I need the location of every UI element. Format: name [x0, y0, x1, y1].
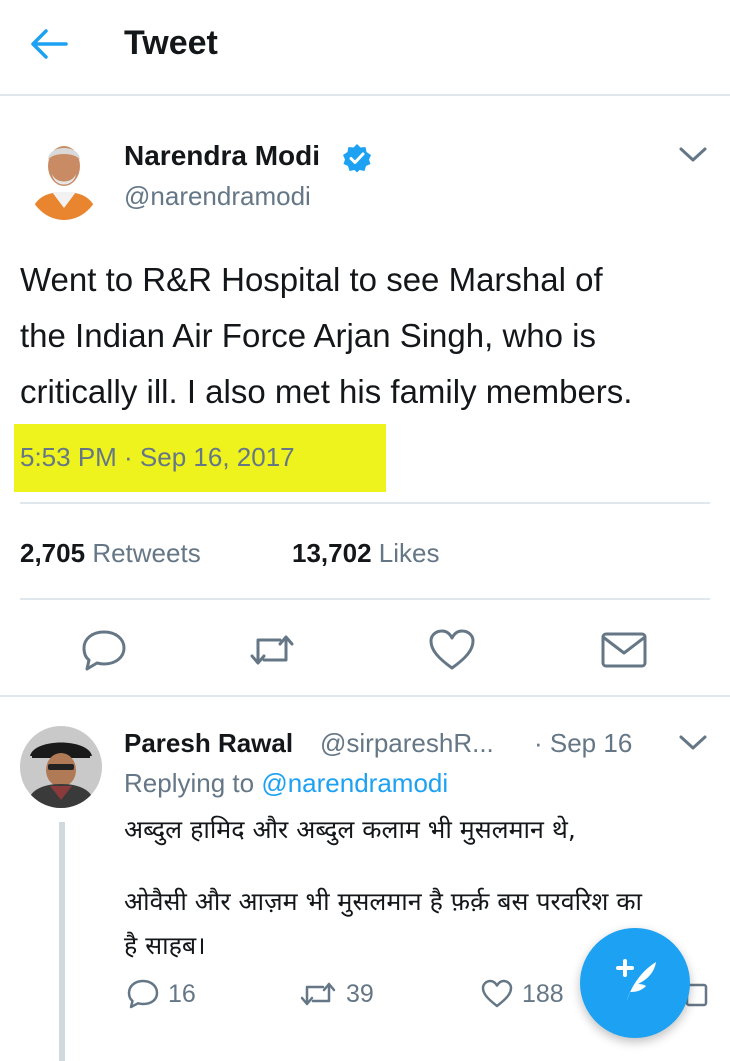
- arrow-left-icon: [31, 29, 68, 59]
- reply-reply-button[interactable]: 16: [126, 976, 196, 1012]
- tweet-timestamp: 5:53 PM · Sep 16, 2017: [20, 442, 295, 472]
- divider: [20, 598, 710, 600]
- like-count: 188: [522, 979, 564, 1008]
- reply-menu-button[interactable]: [676, 730, 710, 756]
- retweet-icon: [250, 635, 294, 665]
- replying-to-label: Replying to: [124, 768, 255, 798]
- retweet-icon: [300, 982, 336, 1006]
- tweet-text-line: critically ill. I also met his family me…: [20, 373, 633, 410]
- author-name[interactable]: Narendra Modi: [124, 140, 320, 172]
- author-handle[interactable]: @narendramodi: [124, 181, 311, 212]
- reply-like-button[interactable]: 188: [480, 976, 564, 1012]
- share-button[interactable]: [598, 626, 650, 674]
- compose-tweet-button[interactable]: [580, 928, 690, 1038]
- divider: [20, 502, 710, 504]
- reply-author-avatar[interactable]: [20, 726, 102, 808]
- reply-text-line: अब्दुल हामिद और अब्दुल कलाम भी मुसलमान थ…: [124, 815, 576, 844]
- page-title: Tweet: [124, 24, 218, 62]
- mail-icon: [601, 632, 647, 668]
- replying-to: Replying to @narendramodi: [124, 768, 448, 799]
- retweet-button[interactable]: [246, 626, 298, 674]
- retweets-stat[interactable]: 2,705 Retweets: [20, 538, 201, 569]
- back-button[interactable]: [26, 24, 70, 64]
- section-divider: [0, 695, 730, 697]
- retweet-count: 39: [346, 979, 374, 1008]
- thread-line: [59, 822, 65, 1061]
- reply-button[interactable]: [78, 626, 130, 674]
- likes-count: 13,702: [292, 538, 372, 568]
- like-icon: [481, 979, 513, 1008]
- chevron-down-icon: [679, 735, 707, 750]
- tweet-text-line: Went to R&R Hospital to see Marshal of: [20, 261, 603, 298]
- replying-to-link[interactable]: @narendramodi: [261, 768, 448, 798]
- verified-badge-icon: [343, 144, 371, 173]
- retweets-count: 2,705: [20, 538, 86, 568]
- reply-count: 16: [168, 979, 196, 1008]
- reply-author-name[interactable]: Paresh Rawal: [124, 728, 293, 759]
- like-icon: [429, 629, 475, 670]
- reply-retweet-button[interactable]: 39: [298, 976, 374, 1012]
- retweets-label: Retweets: [92, 538, 201, 568]
- top-bar: Tweet: [0, 0, 730, 96]
- author-avatar[interactable]: [26, 132, 102, 220]
- chevron-down-icon: [679, 147, 707, 162]
- tweet-menu-button[interactable]: [676, 142, 710, 168]
- likes-label: Likes: [378, 538, 440, 568]
- tweet-text-line: the Indian Air Force Arjan Singh, who is: [20, 317, 596, 354]
- likes-stat[interactable]: 13,702 Likes: [292, 538, 439, 569]
- tweet-text: Went to R&R Hospital to see Marshal of t…: [20, 252, 720, 420]
- like-button[interactable]: [426, 626, 478, 674]
- reply-icon: [82, 630, 126, 671]
- reply-text-line: ओवैसी और आज़म भी मुसलमान है फ़र्क़ बस पर…: [124, 887, 642, 916]
- reply-date: · Sep 16: [534, 728, 633, 758]
- reply-icon: [127, 979, 159, 1009]
- reply-author-handle[interactable]: @sirpareshR...: [320, 728, 494, 759]
- compose-tweet-icon: [616, 959, 656, 1004]
